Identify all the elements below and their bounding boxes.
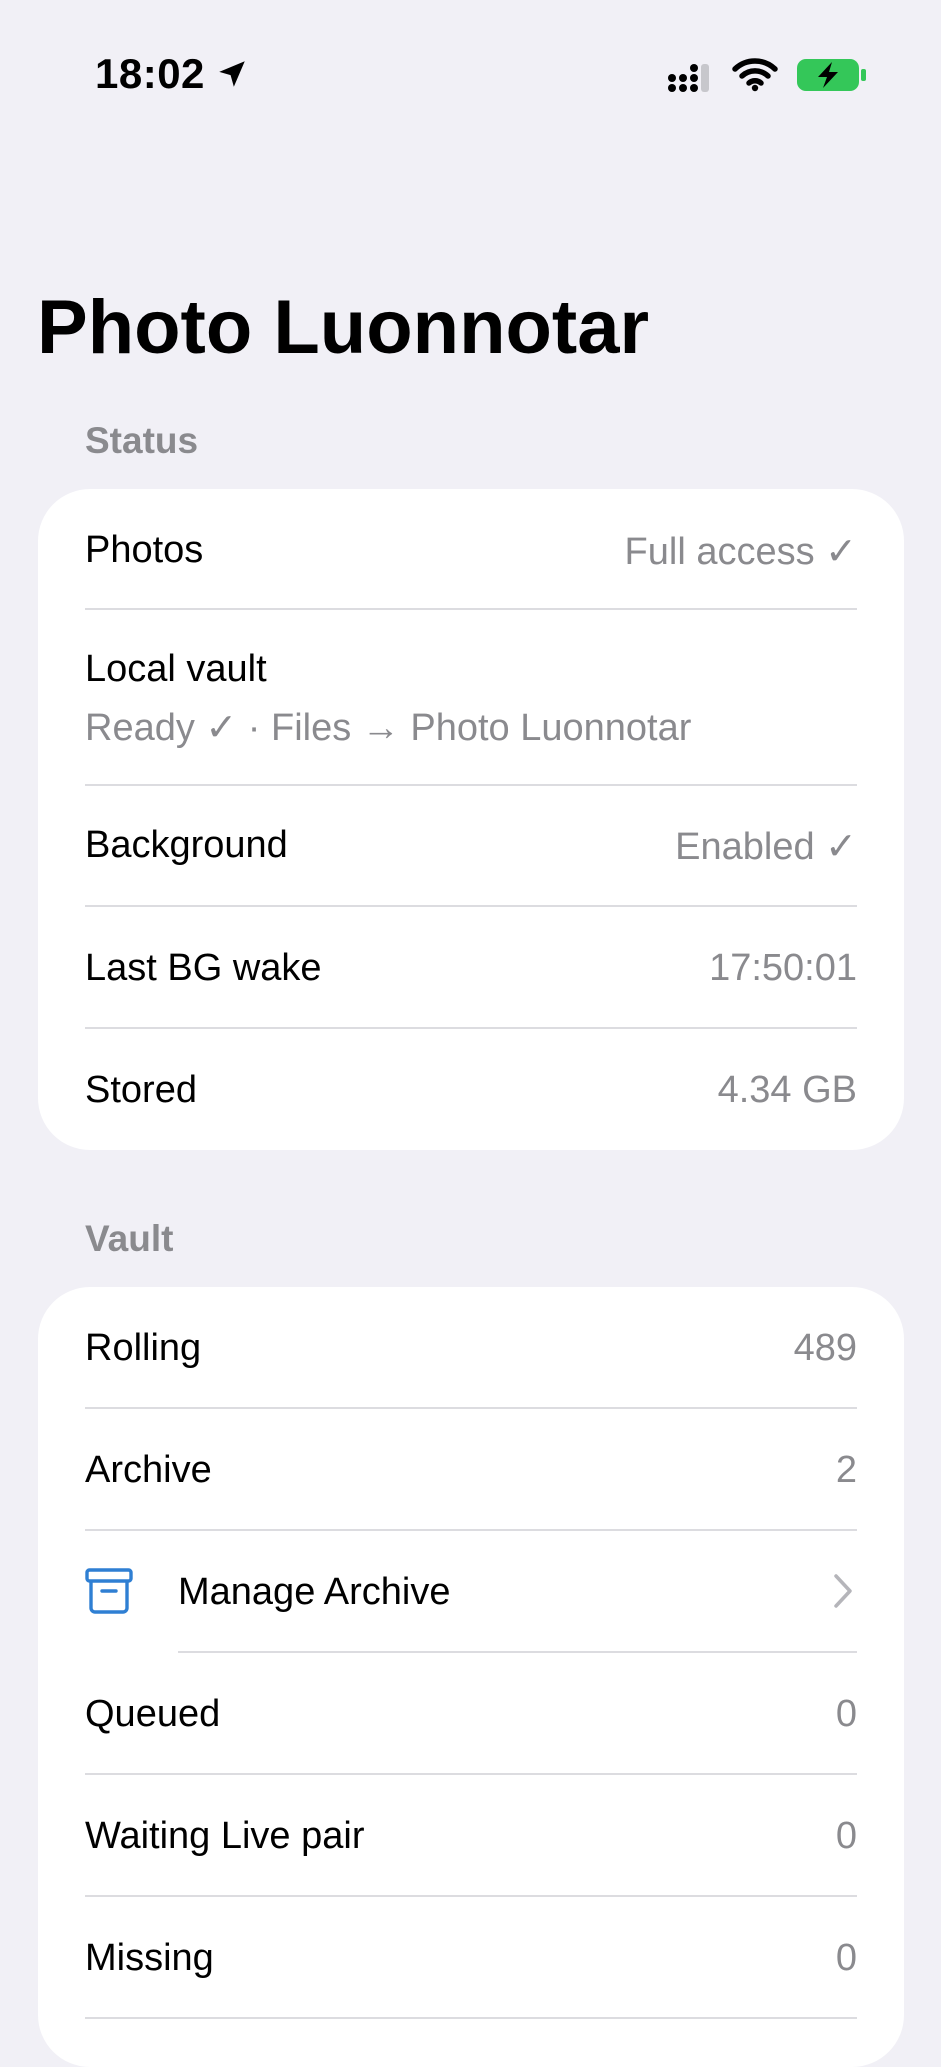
queued-value: 0 bbox=[835, 1693, 857, 1735]
chevron-right-icon bbox=[834, 1574, 852, 1608]
last-bg-wake-label: Last BG wake bbox=[85, 947, 322, 989]
photos-label: Photos bbox=[85, 529, 204, 571]
photos-access-value: Full access ✓ bbox=[624, 531, 857, 573]
divider bbox=[85, 2017, 857, 2019]
missing-label: Missing bbox=[85, 1937, 214, 1979]
archive-value: 2 bbox=[835, 1449, 857, 1491]
status-card: Photos Full access ✓ Local vault Ready ✓… bbox=[38, 489, 904, 1150]
wifi-icon bbox=[732, 58, 778, 92]
photos-row: Photos Full access ✓ bbox=[38, 489, 904, 609]
waiting-live-pair-value: 0 bbox=[835, 1815, 857, 1857]
vault-card: Rolling 489 Archive 2 Manage Archive Que… bbox=[38, 1287, 904, 2067]
manage-archive-button[interactable]: Manage Archive bbox=[38, 1531, 904, 1651]
stored-label: Stored bbox=[85, 1069, 197, 1111]
vault-section-header: Vault bbox=[85, 1218, 174, 1259]
last-bg-wake-row: Last BG wake 17:50:01 bbox=[38, 907, 904, 1027]
status-section-header: Status bbox=[85, 420, 199, 461]
cellular-signal-icon bbox=[668, 64, 709, 92]
waiting-live-pair-label: Waiting Live pair bbox=[85, 1815, 365, 1857]
missing-row: Missing 0 bbox=[38, 1897, 904, 2017]
archive-box-icon bbox=[85, 1568, 133, 1614]
stored-row: Stored 4.34 GB bbox=[38, 1029, 904, 1150]
status-time: 18:02 bbox=[95, 50, 205, 97]
local-vault-detail: Ready ✓ · Files → Photo Luonnotar bbox=[85, 707, 692, 749]
manage-archive-label: Manage Archive bbox=[178, 1571, 451, 1613]
local-vault-label: Local vault bbox=[85, 648, 267, 690]
missing-value: 0 bbox=[835, 1937, 857, 1979]
background-row: Background Enabled ✓ bbox=[38, 786, 904, 906]
last-bg-wake-value: 17:50:01 bbox=[709, 947, 857, 989]
status-bar: 18:02 bbox=[0, 0, 941, 150]
background-label: Background bbox=[85, 824, 288, 866]
queued-row: Queued 0 bbox=[38, 1653, 904, 1773]
background-value: Enabled ✓ bbox=[675, 826, 857, 868]
queued-label: Queued bbox=[85, 1693, 221, 1735]
archive-row: Archive 2 bbox=[38, 1409, 904, 1529]
page-title: Photo Luonnotar bbox=[37, 285, 650, 370]
local-vault-row: Local vault Ready ✓ · Files → Photo Luon… bbox=[38, 610, 904, 784]
stored-value: 4.34 GB bbox=[717, 1069, 857, 1111]
battery-charging-icon bbox=[797, 59, 866, 91]
waiting-live-pair-row: Waiting Live pair 0 bbox=[38, 1775, 904, 1895]
archive-label: Archive bbox=[85, 1449, 212, 1491]
rolling-label: Rolling bbox=[85, 1327, 202, 1369]
rolling-row: Rolling 489 bbox=[38, 1287, 904, 1407]
rolling-value: 489 bbox=[793, 1327, 857, 1369]
location-arrow-icon bbox=[219, 61, 245, 87]
